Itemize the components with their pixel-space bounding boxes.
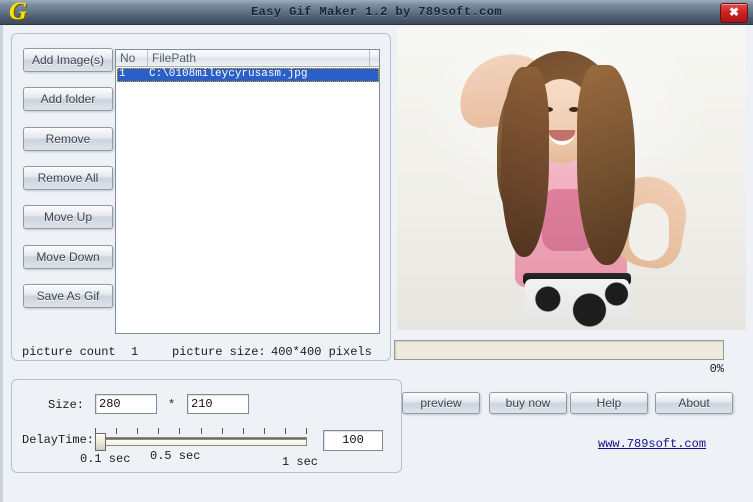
photo-skirt: [525, 279, 629, 329]
remove-button[interactable]: Remove: [23, 127, 113, 151]
picture-count-label: picture count: [22, 345, 116, 359]
move-up-button[interactable]: Move Up: [23, 205, 113, 229]
cell-filepath: C:\0108mileycyrusasm.jpg: [149, 68, 308, 80]
column-header-no[interactable]: No: [116, 50, 148, 66]
add-folder-button[interactable]: Add folder: [23, 87, 113, 111]
add-images-button[interactable]: Add Image(s): [23, 48, 113, 72]
picture-size-value: 400*400 pixels: [271, 345, 372, 359]
slider-tick: [264, 428, 265, 434]
slider-tick: [285, 428, 286, 434]
slider-ticks: [95, 428, 307, 435]
slider-max-label: 1 sec: [282, 455, 319, 469]
slider-track[interactable]: [95, 437, 307, 446]
slider-mid-label: 0.5 sec: [150, 449, 201, 463]
picture-count-value: 1: [131, 345, 139, 359]
column-header-filepath[interactable]: FilePath: [148, 50, 370, 66]
picture-size-label: picture size:: [172, 345, 266, 359]
slider-tick: [137, 428, 138, 434]
file-list-header: No FilePath: [116, 50, 379, 67]
slider-min-label: 0.1 sec: [80, 452, 131, 466]
size-label: Size:: [48, 398, 85, 412]
help-button[interactable]: Help: [570, 392, 648, 414]
title-bar: G Easy Gif Maker 1.2 by 789soft.com ✖: [0, 0, 753, 25]
delay-time-input[interactable]: 100: [323, 430, 383, 451]
slider-tick: [179, 428, 180, 434]
slider-tick: [306, 428, 307, 434]
progress-percent-label: 0%: [709, 362, 724, 376]
slider-tick: [116, 428, 117, 434]
close-icon: ✖: [728, 5, 740, 19]
buy-now-button[interactable]: buy now: [489, 392, 567, 414]
slider-tick: [201, 428, 202, 434]
slider-tick: [158, 428, 159, 434]
height-input[interactable]: 210: [187, 394, 249, 414]
slider-tick: [243, 428, 244, 434]
table-row[interactable]: 1 C:\0108mileycyrusasm.jpg: [116, 68, 379, 82]
window-title: Easy Gif Maker 1.2 by 789soft.com: [251, 5, 502, 19]
photo-arm-gap: [629, 203, 669, 261]
image-preview: [397, 27, 746, 330]
size-separator-label: *: [168, 398, 176, 412]
photo-hair-left: [501, 67, 549, 257]
photo-hair-right: [577, 65, 635, 265]
delay-time-slider[interactable]: [95, 428, 307, 452]
move-down-button[interactable]: Move Down: [23, 245, 113, 269]
delay-time-label: DelayTime:: [22, 433, 95, 447]
width-input[interactable]: 280: [95, 394, 157, 414]
about-button[interactable]: About: [655, 392, 733, 414]
preview-photo: [397, 27, 746, 330]
slider-thumb[interactable]: [95, 433, 106, 451]
slider-tick: [222, 428, 223, 434]
website-link[interactable]: www.789soft.com: [598, 437, 706, 451]
save-as-gif-button[interactable]: Save As Gif: [23, 284, 113, 308]
column-header-filler: [370, 50, 379, 66]
application-window: G Easy Gif Maker 1.2 by 789soft.com ✖ Ad…: [0, 0, 753, 502]
remove-all-button[interactable]: Remove All: [23, 166, 113, 190]
file-list[interactable]: No FilePath 1 C:\0108mileycyrusasm.jpg: [115, 49, 380, 334]
close-button[interactable]: ✖: [720, 3, 748, 23]
progress-bar: [394, 340, 724, 360]
preview-button[interactable]: preview: [402, 392, 480, 414]
cell-no: 1: [119, 68, 126, 80]
